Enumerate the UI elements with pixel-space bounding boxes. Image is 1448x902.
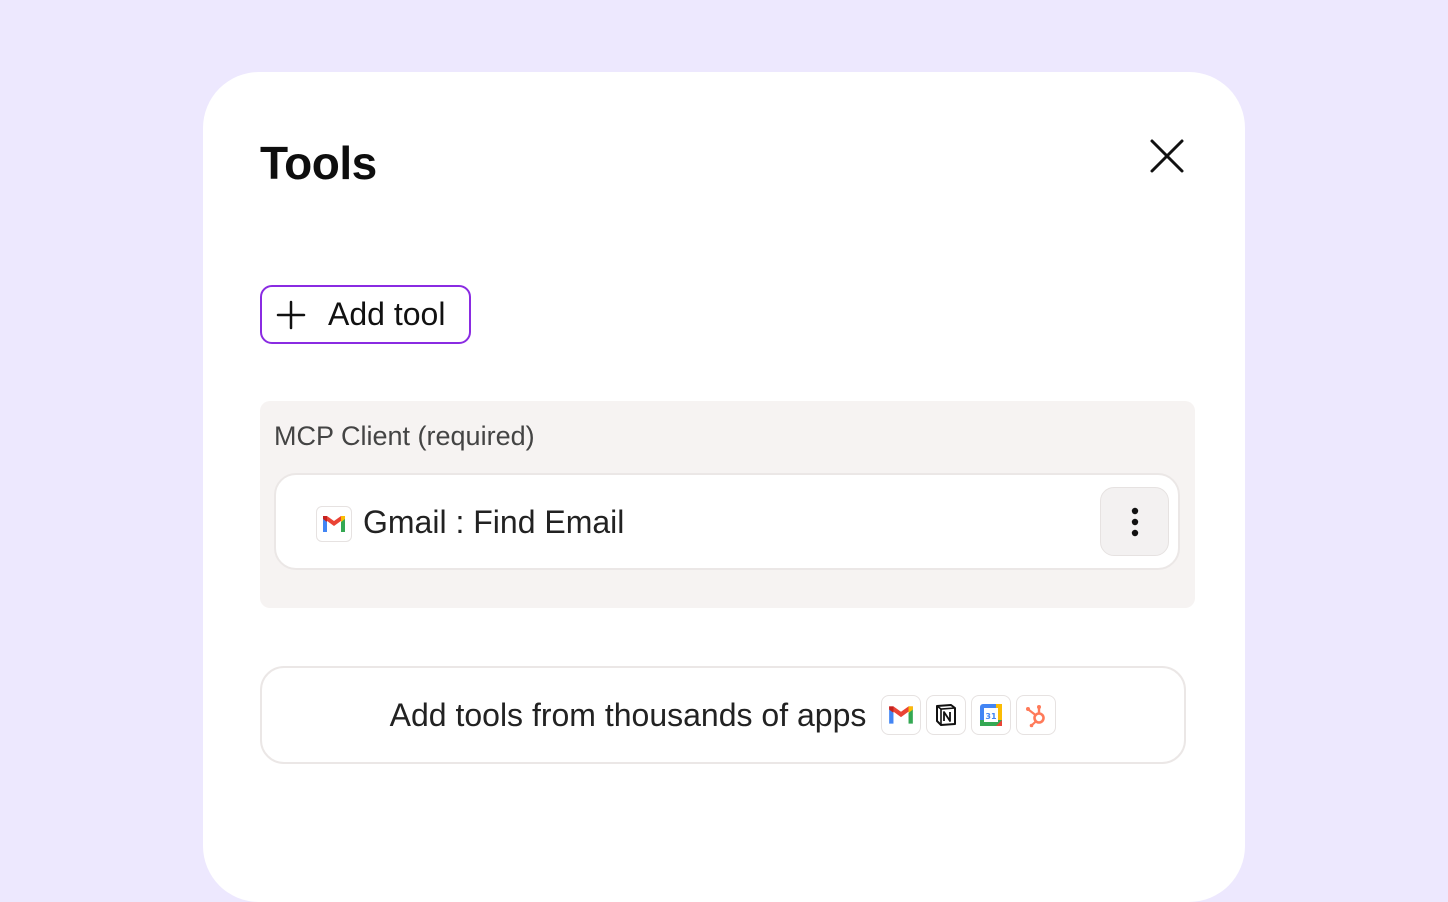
add-tools-from-apps-button[interactable]: Add tools from thousands of apps 31 bbox=[260, 666, 1186, 764]
section-heading: MCP Client (required) bbox=[274, 421, 535, 451]
more-options-button[interactable] bbox=[1100, 487, 1169, 556]
close-button[interactable] bbox=[1145, 134, 1189, 178]
notion-icon bbox=[926, 695, 967, 735]
calendar-date: 31 bbox=[986, 712, 998, 721]
google-calendar-icon: 31 bbox=[971, 695, 1012, 735]
gmail-icon bbox=[881, 695, 922, 735]
panel-title: Tools bbox=[260, 137, 377, 189]
add-tool-label: Add tool bbox=[328, 296, 446, 332]
apps-button-label: Add tools from thousands of apps bbox=[389, 696, 867, 733]
more-vertical-icon bbox=[1131, 507, 1138, 536]
gmail-icon bbox=[316, 506, 352, 542]
tool-card-gmail-find-email[interactable]: Gmail : Find Email bbox=[274, 473, 1180, 570]
plus-icon bbox=[276, 300, 306, 329]
tool-name: Gmail : Find Email bbox=[363, 504, 625, 540]
mcp-client-section: MCP Client (required) Gmail : Find Email bbox=[260, 401, 1195, 608]
add-tool-button[interactable]: Add tool bbox=[260, 285, 471, 344]
hubspot-icon bbox=[1016, 695, 1057, 735]
close-icon bbox=[1150, 139, 1184, 173]
tools-panel: Tools Add tool MCP Client (required) Gma… bbox=[203, 72, 1245, 902]
